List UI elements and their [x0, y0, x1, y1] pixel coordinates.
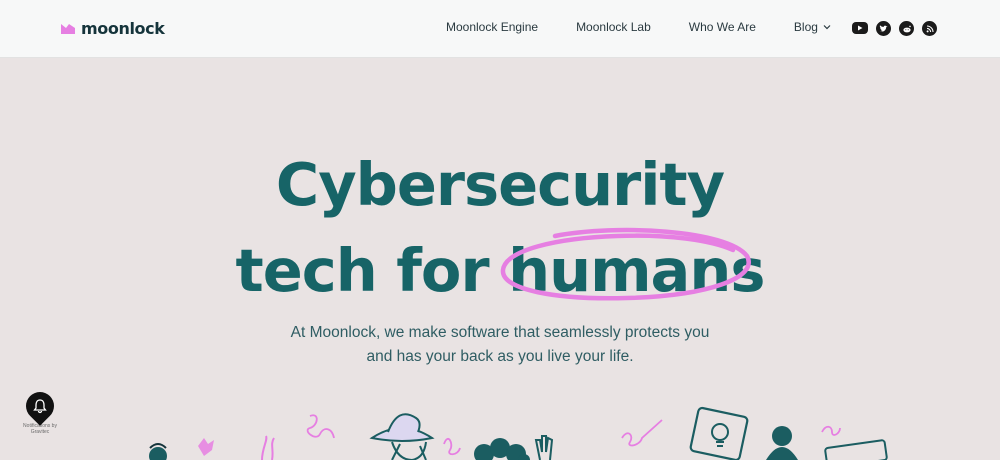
- hero-subtitle-line1: At Moonlock, we make software that seaml…: [290, 324, 710, 341]
- reddit-icon[interactable]: [899, 21, 914, 36]
- nav-item-moonlock-engine[interactable]: Moonlock Engine: [446, 20, 538, 34]
- logo-wordmark: moonlock: [81, 19, 165, 38]
- raised-hand: [534, 435, 554, 460]
- hero-title-line1: Cybersecurity: [275, 150, 725, 219]
- people-illustration: [149, 406, 888, 460]
- pink-doodle-squiggle: [443, 438, 461, 456]
- social-links: [852, 21, 937, 36]
- chevron-down-icon: [823, 25, 831, 30]
- pink-doodle-right: [821, 425, 841, 436]
- pink-doodle-loop-1: [261, 435, 275, 460]
- illustration-figure-hat: [369, 413, 435, 460]
- rss-icon[interactable]: [922, 21, 937, 36]
- notification-caption-line2: Gravitec: [30, 429, 50, 435]
- nav-item-blog-label: Blog: [793, 20, 818, 34]
- nav-item-blog[interactable]: Blog: [794, 20, 831, 34]
- twitter-icon[interactable]: [876, 21, 891, 36]
- moonlock-logo-link[interactable]: moonlock: [60, 19, 165, 38]
- nav-item-who-we-are[interactable]: Who We Are: [689, 20, 756, 34]
- notification-widget[interactable]: Notifications by Gravitec: [12, 386, 68, 435]
- pink-doodle-loop-2: [306, 414, 335, 439]
- illustration-card-right: [824, 439, 888, 460]
- pink-doodle-zigzag: [621, 419, 663, 447]
- highlight-circle-scribble: [500, 227, 751, 301]
- hero-subtitle: At Moonlock, we make software that seaml…: [0, 321, 1000, 369]
- nav-item-moonlock-lab[interactable]: Moonlock Lab: [576, 20, 651, 34]
- hero-title-line2-prefix: tech for: [235, 236, 509, 305]
- hero-subtitle-line2: and has your back as you live your life.: [366, 348, 634, 365]
- notification-badge[interactable]: [20, 386, 60, 426]
- main-nav: Moonlock Engine Moonlock Lab Who We Are …: [446, 20, 831, 34]
- moonlock-logo-icon: [61, 23, 75, 34]
- illustration-figure-curly: [474, 438, 530, 460]
- lightbulb-card-icon: [689, 406, 749, 460]
- top-navigation-bar: moonlock Moonlock Engine Moonlock Lab Wh…: [0, 0, 1000, 58]
- youtube-icon[interactable]: [852, 22, 868, 34]
- illustration-figure-right: [766, 426, 798, 460]
- illustration-figure-left: [149, 443, 167, 460]
- bell-icon: [33, 399, 47, 414]
- pink-doodle-flower: [198, 438, 214, 456]
